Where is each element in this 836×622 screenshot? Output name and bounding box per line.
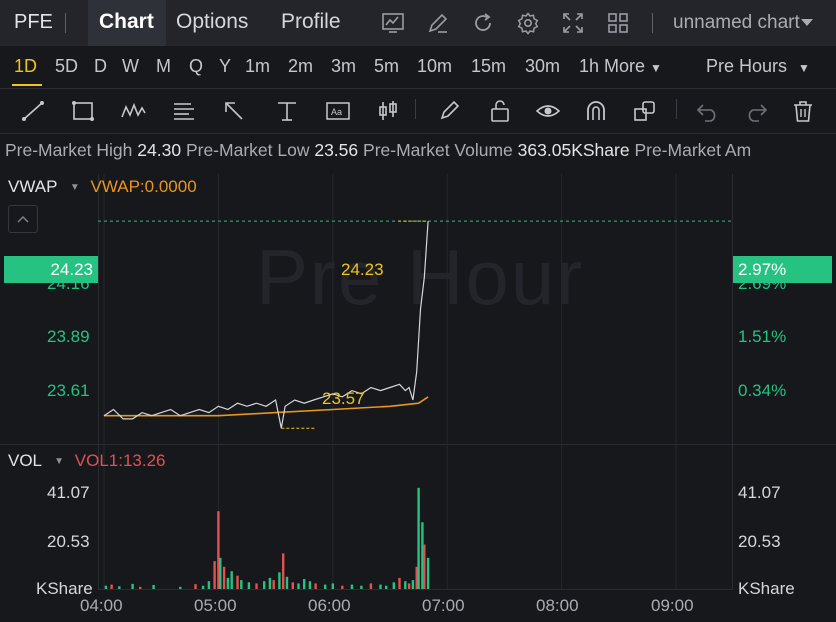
volume-bar bbox=[268, 577, 272, 589]
volume-bar bbox=[118, 586, 121, 589]
volume-bar bbox=[417, 487, 420, 589]
vwap-legend[interactable]: VWAP ▼ VWAP:0.0000 bbox=[8, 177, 197, 197]
volume-tick-right: 20.53 bbox=[738, 532, 781, 551]
volume-bar bbox=[331, 583, 334, 589]
volume-bar bbox=[426, 557, 430, 589]
volume-bar bbox=[324, 584, 327, 589]
volume-bar bbox=[152, 585, 155, 589]
volume-bar bbox=[247, 582, 251, 589]
volume-bar bbox=[341, 585, 344, 589]
vol-legend[interactable]: VOL ▼ VOL1:13.26 bbox=[8, 451, 166, 471]
price-line bbox=[103, 221, 429, 429]
current-pct-tag: 2.97% bbox=[733, 256, 832, 283]
volume-bar bbox=[194, 584, 197, 589]
x-axis-label: 07:00 bbox=[422, 596, 465, 615]
volume-bar bbox=[407, 583, 411, 589]
vwap-value: VWAP:0.0000 bbox=[90, 177, 197, 196]
volume-bar bbox=[139, 586, 142, 589]
volume-bar bbox=[303, 579, 306, 589]
volume-bar bbox=[308, 581, 312, 589]
x-axis-label: 09:00 bbox=[651, 596, 694, 615]
volume-bar bbox=[385, 585, 388, 589]
volume-bar bbox=[285, 576, 289, 589]
volume-bar bbox=[411, 580, 415, 589]
volume-bar bbox=[297, 583, 300, 589]
x-axis-label: 05:00 bbox=[194, 596, 237, 615]
current-price-tag: 24.23 bbox=[4, 256, 98, 283]
volume-bar bbox=[110, 584, 113, 589]
volume-bar bbox=[222, 566, 226, 589]
volume-bar bbox=[207, 581, 211, 589]
vwap-indicator-name: VWAP bbox=[8, 177, 58, 196]
volume-bar bbox=[240, 580, 243, 589]
volume-bar bbox=[314, 583, 317, 589]
volume-bars bbox=[104, 487, 430, 589]
volume-bar bbox=[255, 583, 258, 589]
low-annotation: 23.57 bbox=[322, 389, 365, 408]
volume-bar bbox=[131, 583, 134, 589]
volume-bar bbox=[104, 585, 108, 589]
price-tick-left: 23.61 bbox=[47, 381, 90, 400]
vol-indicator-name: VOL bbox=[8, 451, 42, 470]
volume-bar bbox=[213, 561, 216, 589]
volume-bar bbox=[230, 571, 233, 589]
volume-bar bbox=[423, 544, 426, 589]
dropdown-icon[interactable]: ▼ bbox=[54, 456, 64, 467]
collapse-legend-button[interactable] bbox=[8, 205, 38, 233]
volume-tick-left: 41.07 bbox=[47, 483, 90, 502]
dropdown-icon[interactable]: ▼ bbox=[70, 182, 80, 193]
volume-bar bbox=[369, 583, 373, 589]
x-axis-label: 04:00 bbox=[80, 596, 123, 615]
volume-bar bbox=[226, 577, 230, 589]
volume-bar bbox=[219, 557, 222, 589]
volume-bar bbox=[350, 584, 354, 589]
volume-bar bbox=[201, 585, 205, 589]
volume-bar bbox=[379, 584, 382, 589]
price-tick-left: 23.89 bbox=[47, 327, 90, 346]
x-axis-label: 06:00 bbox=[308, 596, 351, 615]
chart-area[interactable] bbox=[0, 0, 836, 622]
volume-bar bbox=[291, 582, 294, 589]
volume-bar bbox=[236, 575, 239, 589]
high-annotation: 24.23 bbox=[341, 260, 384, 279]
volume-bar bbox=[263, 581, 266, 589]
volume-bar bbox=[272, 580, 275, 589]
volume-bar bbox=[278, 572, 281, 589]
x-axis-label: 08:00 bbox=[536, 596, 579, 615]
volume-bar bbox=[179, 586, 182, 589]
pct-tick-right: 1.51% bbox=[738, 327, 787, 346]
volume-bar bbox=[404, 581, 407, 589]
volume-bar bbox=[392, 582, 395, 589]
volume-unit-right: KShare bbox=[738, 579, 795, 598]
volume-bar bbox=[282, 553, 285, 589]
volume-bar bbox=[398, 577, 401, 589]
volume-tick-right: 41.07 bbox=[738, 483, 781, 502]
volume-bar bbox=[360, 585, 363, 589]
vol-value: VOL1:13.26 bbox=[74, 451, 166, 470]
pct-tick-right: 0.34% bbox=[738, 381, 787, 400]
volume-tick-left: 20.53 bbox=[47, 532, 90, 551]
